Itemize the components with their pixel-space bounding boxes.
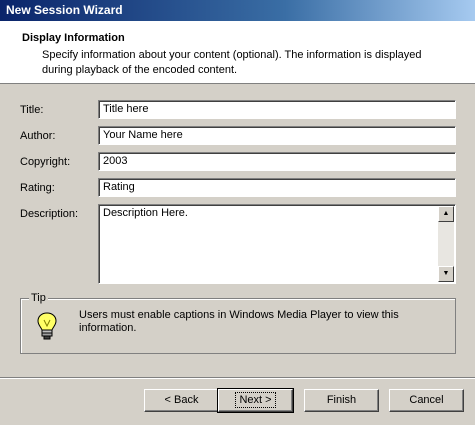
description-field[interactable]: Description Here. ▲ ▼ [98,204,456,284]
lightbulb-icon [37,312,57,340]
page-title: Display Information [22,32,125,44]
scroll-down-icon[interactable]: ▼ [438,266,454,282]
cancel-button[interactable]: Cancel [389,389,464,412]
title-field[interactable]: Title here [98,100,456,119]
wizard-header: Display Information Specify information … [0,21,475,84]
copyright-label: Copyright: [20,156,71,168]
tip-text: Users must enable captions in Windows Me… [79,309,399,334]
title-label: Title: [20,104,44,116]
title-bar[interactable]: New Session Wizard [0,0,475,21]
tip-legend: Tip [29,292,48,304]
cancel-button-label: Cancel [409,394,444,406]
finish-button-label: Finish [326,394,357,406]
finish-button[interactable]: Finish [304,389,379,412]
window-title: New Session Wizard [6,3,123,17]
page-description: Specify information about your content (… [42,49,422,76]
back-button-label: < Back [164,394,199,406]
tip-groupbox: Tip Users must enable captions in Window… [20,292,456,354]
description-label: Description: [20,208,79,220]
author-label: Author: [20,130,56,142]
back-button[interactable]: < Back [144,389,219,412]
author-field[interactable]: Your Name here [98,126,456,145]
description-scrollbar[interactable]: ▲ ▼ [438,206,454,282]
copyright-field[interactable]: 2003 [98,152,456,171]
rating-label: Rating: [20,182,55,194]
scroll-up-icon[interactable]: ▲ [438,206,454,222]
next-button-label: Next > [235,392,276,408]
footer-divider [0,377,475,379]
rating-field[interactable]: Rating [98,178,456,197]
next-button[interactable]: Next > [217,388,294,413]
description-text: Description Here. [103,207,188,219]
